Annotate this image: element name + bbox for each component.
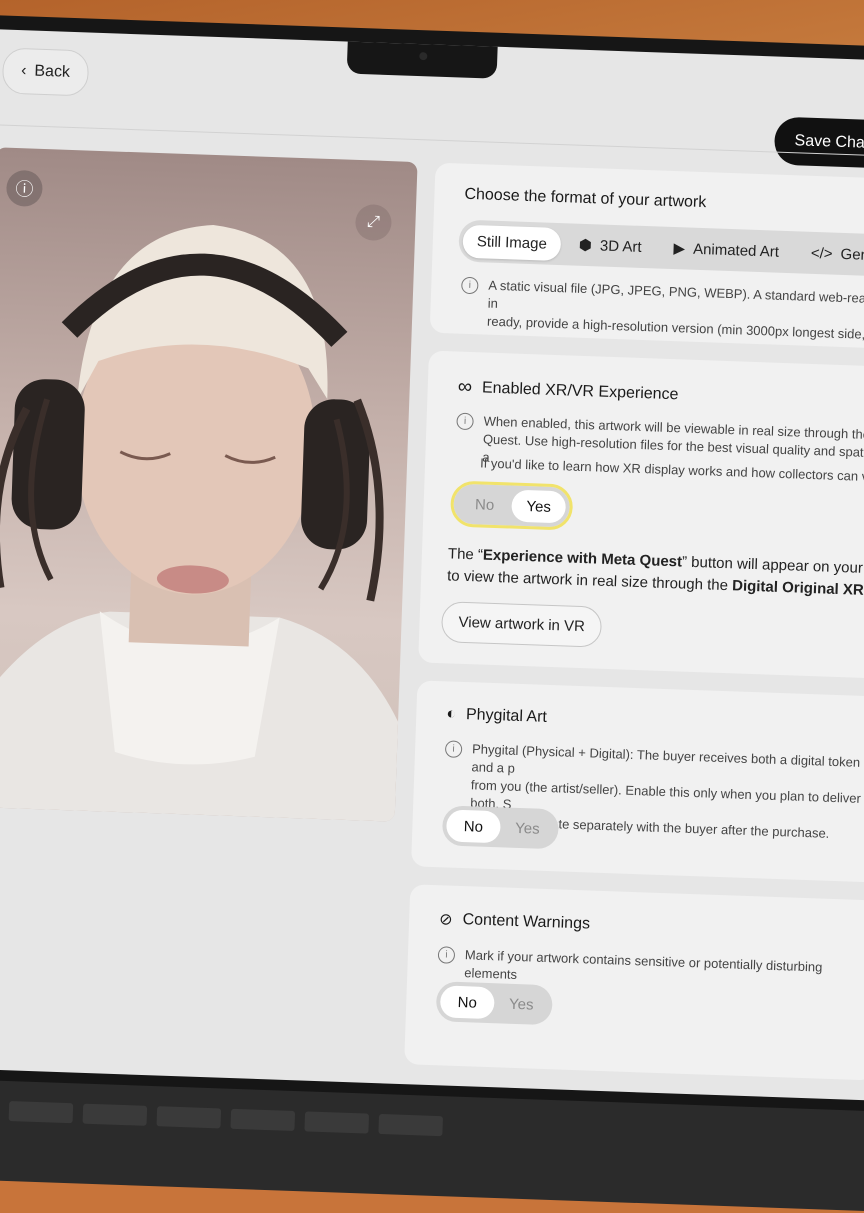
info-icon: i xyxy=(461,276,479,295)
phygital-toggle-yes[interactable]: Yes xyxy=(500,811,555,845)
warnings-title: ⊘ Content Warnings xyxy=(438,911,591,933)
info-icon: i xyxy=(444,740,463,758)
play-icon: ▶ xyxy=(673,240,686,258)
info-icon: i xyxy=(437,946,456,964)
code-icon: </> xyxy=(810,244,833,263)
content-warnings-card: ⊘ Content Warnings i Mark if your artwor… xyxy=(404,884,864,1081)
meta-logo-icon: ∞ xyxy=(457,375,473,399)
cube-icon: ⬢ xyxy=(578,236,593,255)
format-selector: Still Image ⬢ 3D Art ▶ Animated Art </> Gen… xyxy=(458,219,864,278)
chevron-left-icon: ‹ xyxy=(20,62,27,80)
xr-toggle-yes[interactable]: Yes xyxy=(511,489,567,524)
phygital-toggle: No Yes xyxy=(441,805,560,850)
xr-title: ∞ Enabled XR/VR Experience xyxy=(457,375,679,403)
eye-off-icon: ⊘ xyxy=(438,911,453,929)
warnings-toggle: No Yes xyxy=(435,981,553,1026)
phygital-icon: ◐ xyxy=(446,705,457,723)
format-option-still-image[interactable]: Still Image xyxy=(462,224,562,261)
info-icon: i xyxy=(456,412,474,431)
save-changes-button[interactable]: Save Chan xyxy=(773,116,864,171)
back-label: Back xyxy=(34,62,71,81)
laptop-screen: ‹ Back Save Chan ⓘ ⤢ Choose the format o… xyxy=(0,28,864,1101)
xr-card: ∞ Enabled XR/VR Experience i When enable… xyxy=(418,350,864,679)
artwork-preview: ⓘ ⤢ xyxy=(0,147,418,822)
camera-icon xyxy=(419,52,428,61)
xr-toggle: No Yes xyxy=(449,480,574,531)
artwork-image xyxy=(0,224,399,822)
format-option-generative[interactable]: </> Genera xyxy=(796,236,864,273)
phygital-toggle-no[interactable]: No xyxy=(445,809,501,844)
format-option-3d-art[interactable]: ⬢ 3D Art xyxy=(564,227,656,264)
format-title: Choose the format of your artwork xyxy=(464,185,707,212)
xr-description: The “Experience with Meta Quest” button … xyxy=(446,545,864,600)
phygital-title: ◐ Phygital Art xyxy=(446,705,548,726)
view-in-vr-button[interactable]: View artwork in VR xyxy=(440,601,603,648)
format-note: i A static visual file (JPG, JPEG, PNG, … xyxy=(460,276,864,345)
format-card: Choose the format of your artwork Still … xyxy=(429,162,864,349)
xr-toggle-no[interactable]: No xyxy=(457,488,512,522)
warnings-toggle-yes[interactable]: Yes xyxy=(494,987,549,1021)
phygital-card: ◐ Phygital Art i Phygital (Physical + Di… xyxy=(411,680,864,883)
format-option-animated-art[interactable]: ▶ Animated Art xyxy=(659,231,794,270)
back-button[interactable]: ‹ Back xyxy=(1,47,90,97)
warnings-toggle-no[interactable]: No xyxy=(439,985,495,1020)
